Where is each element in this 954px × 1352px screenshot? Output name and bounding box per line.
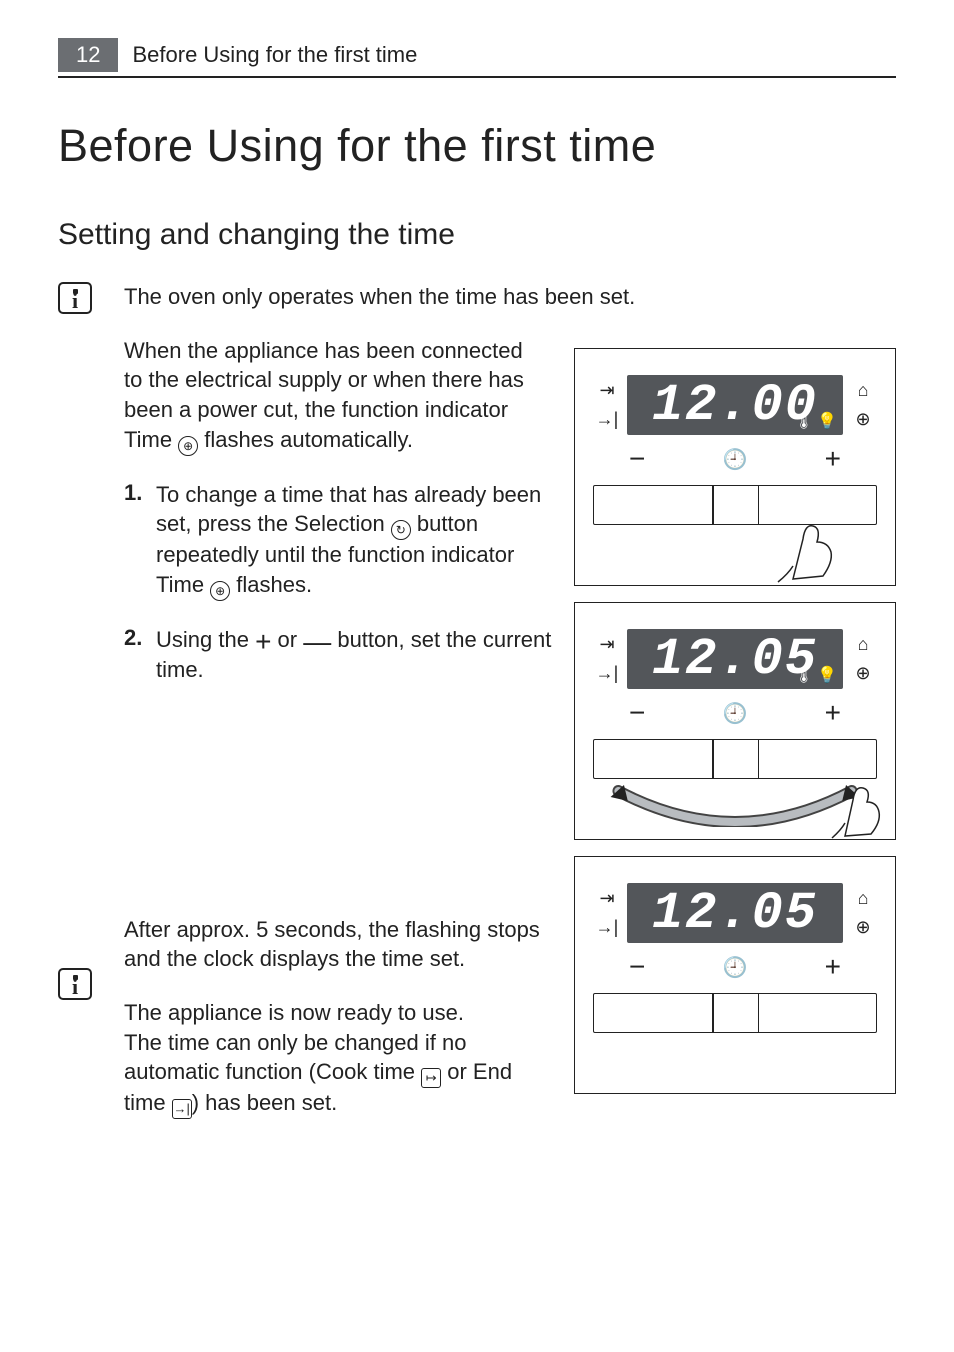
right-display-icons: ⌂ ⊕ bbox=[849, 380, 877, 430]
plus-button[interactable]: + bbox=[825, 951, 841, 983]
end-arrow-icon: →| bbox=[596, 409, 619, 430]
button-row: − 🕘 + bbox=[593, 697, 877, 729]
start-arrow-icon: ⇥ bbox=[599, 380, 614, 401]
text: or bbox=[271, 627, 303, 652]
page-title: Before Using for the first time bbox=[58, 120, 896, 172]
text: Using the bbox=[156, 627, 255, 652]
paragraph-ready: The appliance is now ready to use. bbox=[124, 998, 544, 1028]
page-number: 12 bbox=[58, 38, 118, 72]
info-icon: i bbox=[58, 968, 92, 1000]
clock-icon: ⊕ bbox=[178, 436, 198, 456]
lcd-display: 12.00 🌡💡 bbox=[627, 375, 843, 435]
figure-display-initial: ⇥ →| 12.00 🌡💡 ⌂ ⊕ − 🕘 + bbox=[574, 348, 896, 586]
text: To change a time that has already been s… bbox=[156, 482, 541, 537]
start-arrow-icon: ⇥ bbox=[599, 888, 614, 909]
end-arrow-icon: →| bbox=[596, 917, 619, 938]
right-display-icons: ⌂ ⊕ bbox=[849, 888, 877, 938]
plus-button[interactable]: + bbox=[825, 697, 841, 729]
text: The time can only be changed if no autom… bbox=[124, 1030, 466, 1085]
left-display-icons: ⇥ →| bbox=[593, 380, 621, 430]
paragraph-initial-flash: When the appliance has been connected to… bbox=[124, 336, 544, 456]
plus-button[interactable]: + bbox=[825, 443, 841, 475]
text: ) has been set. bbox=[192, 1090, 338, 1115]
selection-button[interactable]: 🕘 bbox=[723, 701, 748, 726]
hand-pointer-icon bbox=[829, 768, 889, 845]
cook-time-icon: ↦ bbox=[421, 1068, 441, 1088]
bell-icon: ⌂ bbox=[858, 888, 869, 909]
selection-icon: ↻ bbox=[391, 520, 411, 540]
clock-small-icon: ⊕ bbox=[855, 409, 870, 430]
content-area: i The oven only operates when the time h… bbox=[58, 282, 896, 1119]
minus-button[interactable]: − bbox=[629, 951, 645, 983]
minus-button[interactable]: − bbox=[629, 697, 645, 729]
intro-note: The oven only operates when the time has… bbox=[124, 282, 664, 312]
end-time-icon: →| bbox=[172, 1099, 192, 1119]
start-arrow-icon: ⇥ bbox=[599, 634, 614, 655]
figure-display-set: ⇥ →| 12.05 ⌂ ⊕ − 🕘 + bbox=[574, 856, 896, 1094]
bell-icon: ⌂ bbox=[858, 634, 869, 655]
figure-display-setting: ⇥ →| 12.05 🌡💡 ⌂ ⊕ − 🕘 + bbox=[574, 602, 896, 840]
minus-button[interactable]: − bbox=[629, 443, 645, 475]
clock-small-icon: ⊕ bbox=[855, 663, 870, 684]
lcd-display: 12.05 🌡💡 bbox=[627, 629, 843, 689]
display-digits: 12.05 bbox=[652, 884, 818, 943]
aux-display bbox=[593, 993, 877, 1033]
page-header: 12 Before Using for the first time bbox=[58, 38, 896, 78]
text: flashes automatically. bbox=[198, 427, 413, 452]
text: flashes. bbox=[230, 572, 312, 597]
clock-icon: ⊕ bbox=[210, 581, 230, 601]
light-indicator-icon: 💡 bbox=[817, 411, 837, 431]
selection-button[interactable]: 🕘 bbox=[723, 447, 748, 472]
left-display-icons: ⇥ →| bbox=[593, 634, 621, 684]
info-icon: i bbox=[58, 282, 92, 314]
lcd-display: 12.05 bbox=[627, 883, 843, 943]
note-change-condition: The time can only be changed if no autom… bbox=[124, 1028, 544, 1120]
button-row: − 🕘 + bbox=[593, 443, 877, 475]
temp-indicator-icon: 🌡 bbox=[794, 411, 814, 431]
step-number: 2. bbox=[124, 625, 142, 651]
paragraph-after-set: After approx. 5 seconds, the flashing st… bbox=[124, 915, 544, 974]
selection-button[interactable]: 🕘 bbox=[723, 955, 748, 980]
step-number: 1. bbox=[124, 480, 142, 506]
right-display-icons: ⌂ ⊕ bbox=[849, 634, 877, 684]
left-display-icons: ⇥ →| bbox=[593, 888, 621, 938]
header-section-label: Before Using for the first time bbox=[132, 42, 417, 68]
light-indicator-icon: 💡 bbox=[817, 665, 837, 685]
temp-indicator-icon: 🌡 bbox=[794, 665, 814, 685]
hand-pointer-icon bbox=[773, 504, 843, 589]
end-arrow-icon: →| bbox=[596, 663, 619, 684]
page-subtitle: Setting and changing the time bbox=[58, 218, 896, 252]
clock-small-icon: ⊕ bbox=[855, 917, 870, 938]
button-row: − 🕘 + bbox=[593, 951, 877, 983]
bell-icon: ⌂ bbox=[858, 380, 869, 401]
